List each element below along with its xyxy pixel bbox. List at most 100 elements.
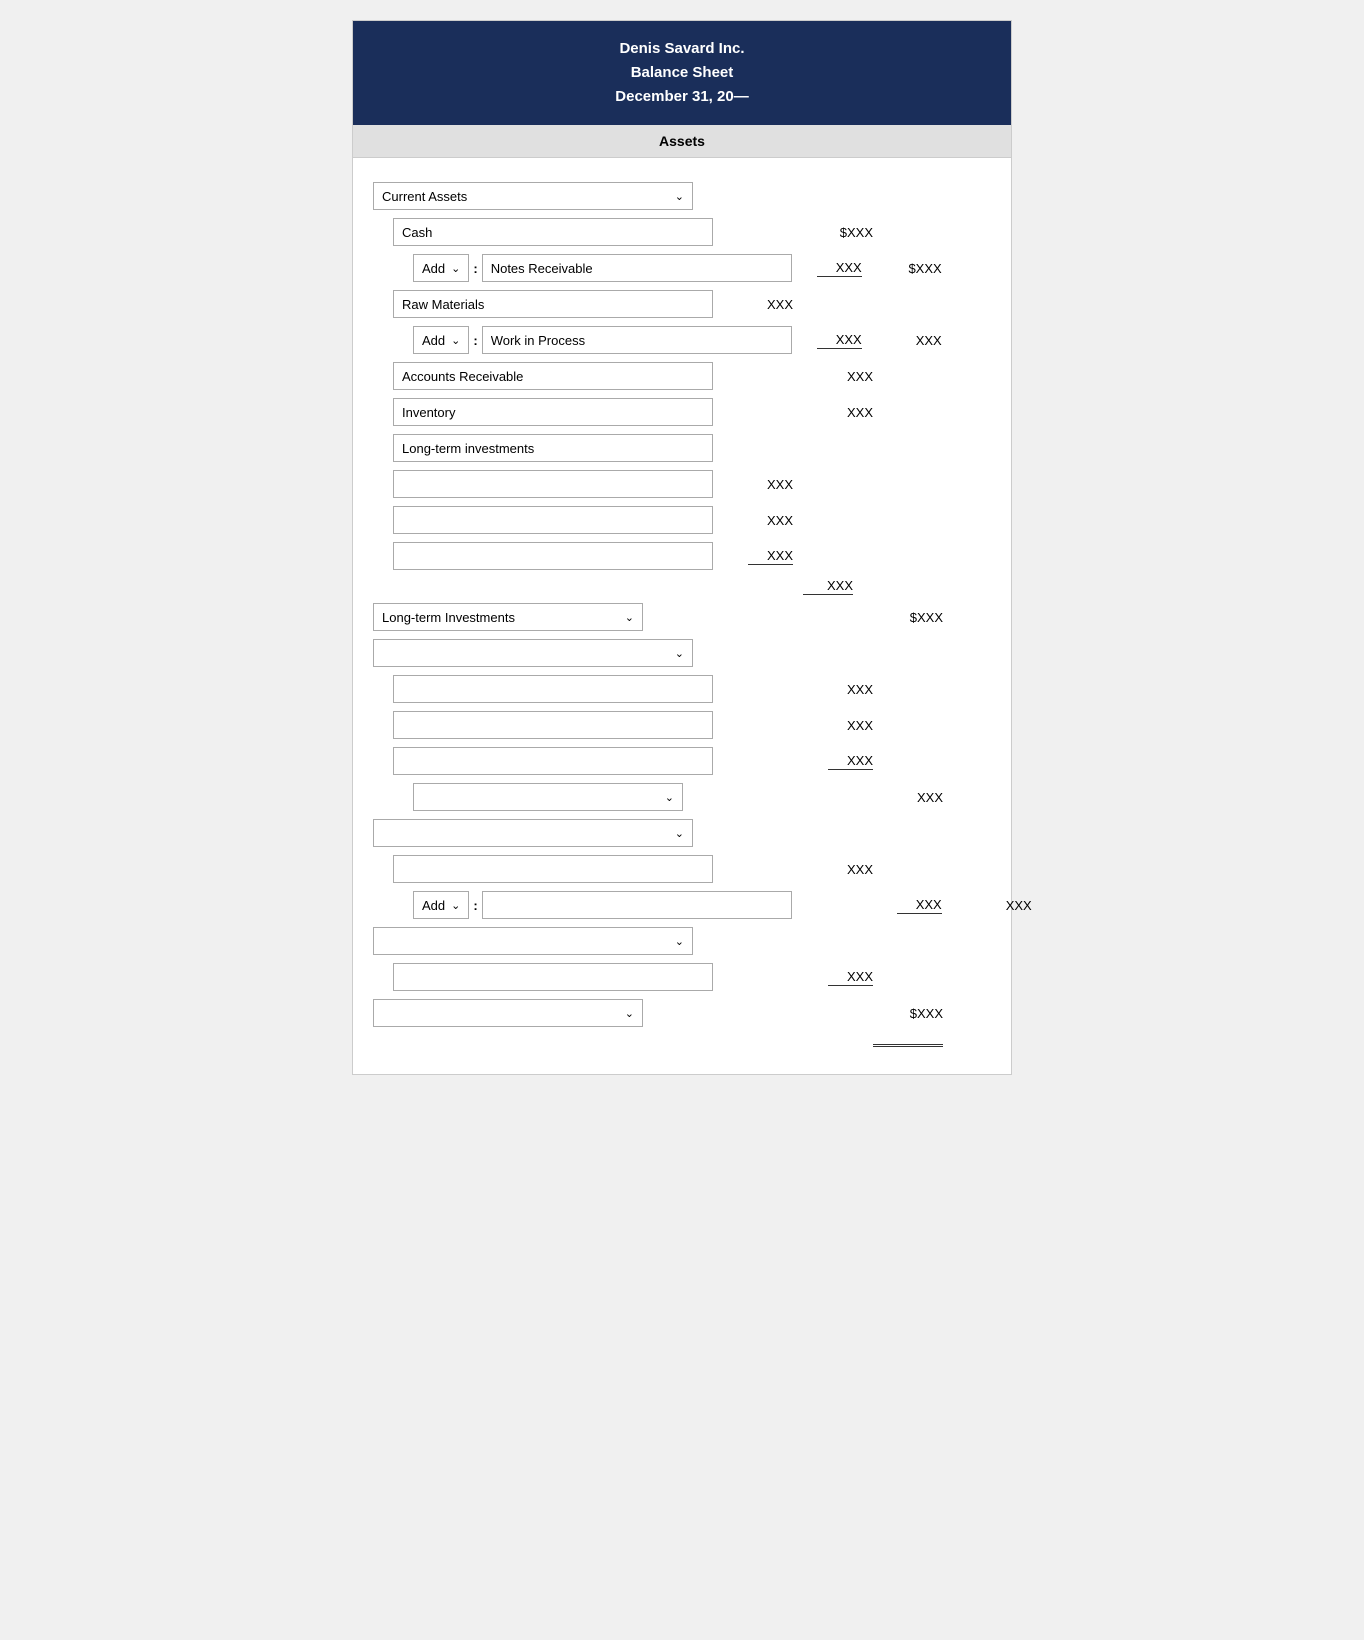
blank-input-7[interactable] (393, 855, 713, 883)
section3-dropdown-row: ⌄ (373, 819, 991, 847)
long-term-investments-dropdown-label: Long-term Investments (382, 610, 515, 625)
blank-row-1: XXX (393, 470, 1011, 498)
section3-chevron-icon: ⌄ (675, 827, 684, 840)
long-term-investments-dropdown[interactable]: Long-term Investments ⌄ (373, 603, 643, 631)
add-blank-inner-value: XXX (897, 897, 942, 914)
section5-dropdown[interactable]: ⌄ (373, 999, 643, 1027)
section2-subtotal-dropdown[interactable]: ⌄ (413, 783, 683, 811)
blank-value-2: XXX (767, 513, 793, 528)
add-blank-button[interactable]: Add ⌄ (413, 891, 469, 919)
doc-type: Balance Sheet (365, 61, 999, 85)
add-blank-outer-value: XXX (1006, 898, 1032, 913)
section2-subtotal-chevron-icon: ⌄ (665, 791, 674, 804)
bottom-line-row (373, 1035, 991, 1050)
wip-inner-value: XXX (817, 332, 862, 349)
current-assets-dropdown[interactable]: Current Assets ⌄ (373, 182, 693, 210)
blank-input-5[interactable] (393, 711, 713, 739)
doc-date: December 31, 20— (365, 85, 999, 109)
blank-value-8: XXX (828, 969, 873, 986)
add-wip-label: Add (422, 333, 445, 348)
inventory-value: XXX (847, 405, 873, 420)
company-name: Denis Savard Inc. (365, 37, 999, 61)
accounts-receivable-input[interactable] (393, 362, 713, 390)
cash-value: $XXX (840, 225, 873, 240)
assets-label: Assets (659, 133, 705, 149)
cash-input[interactable] (393, 218, 713, 246)
section4-chevron-icon: ⌄ (675, 935, 684, 948)
chevron-down-icon: ⌄ (675, 190, 684, 203)
wip-outer-value: XXX (916, 333, 942, 348)
notes-inner-value: XXX (817, 260, 862, 277)
add-blank-chevron-icon: ⌄ (451, 899, 460, 912)
content-area: Current Assets ⌄ $XXX Add (353, 158, 1011, 1074)
blank-row-5: XXX (393, 711, 1011, 739)
add-blank-label: Add (422, 898, 445, 913)
blank-value-5: XXX (847, 718, 873, 733)
work-in-process-row: Add ⌄ : XXX XXX (413, 326, 1031, 354)
add-notes-button[interactable]: Add ⌄ (413, 254, 469, 282)
blank-input-1[interactable] (393, 470, 713, 498)
blank-row-8: XXX (393, 963, 1011, 991)
section4-dropdown[interactable]: ⌄ (373, 927, 693, 955)
inventory-input[interactable] (393, 398, 713, 426)
blank-input-4[interactable] (393, 675, 713, 703)
balance-sheet: Denis Savard Inc. Balance Sheet December… (352, 20, 1012, 1075)
long-term-investments-row (393, 434, 1011, 462)
notes-colon: : (473, 261, 477, 276)
add-wip-button[interactable]: Add ⌄ (413, 326, 469, 354)
current-assets-row: Current Assets ⌄ (373, 182, 991, 210)
long-term-investments-total: $XXX (910, 610, 943, 625)
blank-input-6[interactable] (393, 747, 713, 775)
long-term-investments-input[interactable] (393, 434, 713, 462)
section4-dropdown-row: ⌄ (373, 927, 991, 955)
blank-input-3[interactable] (393, 542, 713, 570)
blank-value-6: XXX (828, 753, 873, 770)
blank-value-7: XXX (847, 862, 873, 877)
wip-colon: : (473, 333, 477, 348)
blank-value-4: XXX (847, 682, 873, 697)
section2-subtotal-row: ⌄ XXX (373, 783, 991, 811)
notes-receivable-row: Add ⌄ : XXX $XXX (413, 254, 1031, 282)
raw-materials-input[interactable] (393, 290, 713, 318)
subtotal-row-1: XXX (373, 578, 991, 595)
add-wip-chevron-icon: ⌄ (451, 334, 460, 347)
blank-input-8[interactable] (393, 963, 713, 991)
blank-row-4: XXX (393, 675, 1011, 703)
section2-chevron-icon: ⌄ (675, 647, 684, 660)
add-notes-chevron-icon: ⌄ (451, 262, 460, 275)
section2-dropdown-row: ⌄ (373, 639, 991, 667)
grand-total-underline (873, 1043, 943, 1047)
blank-input-2[interactable] (393, 506, 713, 534)
add-notes-label: Add (422, 261, 445, 276)
cash-row: $XXX (393, 218, 1011, 246)
inventory-row: XXX (393, 398, 1011, 426)
blank-row-6: XXX (393, 747, 1011, 775)
long-term-investments-section-row: Long-term Investments ⌄ $XXX (373, 603, 991, 631)
subtotal-value-1: XXX (803, 578, 853, 595)
raw-materials-value: XXX (767, 297, 793, 312)
blank-row-3: XXX (393, 542, 1011, 570)
section5-dropdown-row: ⌄ $XXX (373, 999, 991, 1027)
blank-row-2: XXX (393, 506, 1011, 534)
accounts-receivable-value: XXX (847, 369, 873, 384)
section3-dropdown[interactable]: ⌄ (373, 819, 693, 847)
add-blank-row: Add ⌄ : XXX XXX (413, 891, 1031, 919)
section5-chevron-icon: ⌄ (625, 1007, 634, 1020)
raw-materials-row: XXX (393, 290, 1011, 318)
notes-receivable-input[interactable] (482, 254, 792, 282)
accounts-receivable-row: XXX (393, 362, 1011, 390)
header: Denis Savard Inc. Balance Sheet December… (353, 21, 1011, 125)
blank-add-colon: : (473, 898, 477, 913)
section2-dropdown[interactable]: ⌄ (373, 639, 693, 667)
section2-subtotal-value: XXX (917, 790, 943, 805)
assets-bar: Assets (353, 125, 1011, 158)
notes-outer-value: $XXX (908, 261, 941, 276)
add-blank-input[interactable] (482, 891, 792, 919)
section5-total: $XXX (910, 1006, 943, 1021)
work-in-process-input[interactable] (482, 326, 792, 354)
blank-row-7: XXX (393, 855, 1011, 883)
long-term-investments-chevron-icon: ⌄ (625, 611, 634, 624)
blank-value-3: XXX (748, 548, 793, 565)
blank-value-1: XXX (767, 477, 793, 492)
current-assets-label: Current Assets (382, 189, 467, 204)
